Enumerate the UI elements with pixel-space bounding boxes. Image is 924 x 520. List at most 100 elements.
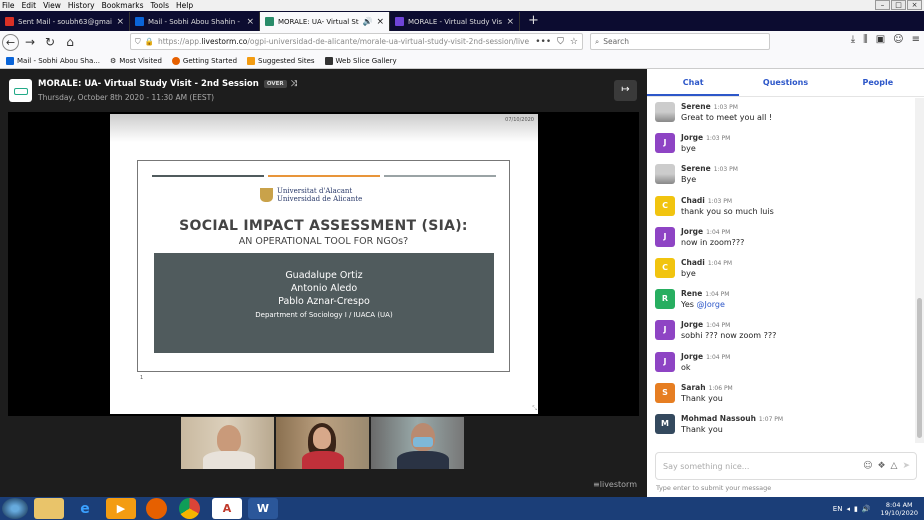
clock[interactable]: 8:04 AM 19/10/2020 xyxy=(881,501,918,517)
file-explorer-icon[interactable] xyxy=(34,498,64,519)
sender-name: Serene xyxy=(681,164,711,174)
close-tab-icon[interactable]: × xyxy=(246,17,254,27)
menu-edit[interactable]: Edit xyxy=(22,1,37,10)
volume-icon[interactable]: 🔊 xyxy=(862,505,871,513)
gmail-icon xyxy=(5,17,14,26)
chat-message: R Rene 1:04 PM Yes @Jorge xyxy=(647,285,915,316)
outlook-icon xyxy=(135,17,144,26)
tab-sent-mail[interactable]: Sent Mail - soubh63@gmail.cc × xyxy=(0,12,130,31)
bookmark-label: Getting Started xyxy=(182,56,238,65)
panel-tabs: Chat Questions People xyxy=(647,69,924,97)
bookmark-web-slice[interactable]: Web Slice Gallery xyxy=(324,56,397,65)
author-name: Guadalupe Ortiz xyxy=(285,270,363,281)
resize-handle-icon[interactable]: ⤡ xyxy=(532,405,537,413)
close-window-button[interactable]: × xyxy=(907,0,922,10)
webcam-tile[interactable] xyxy=(276,417,369,469)
tray-expand-icon[interactable]: ◂ xyxy=(846,505,850,513)
reload-button[interactable]: ↻ xyxy=(41,33,59,51)
avatar: J xyxy=(655,133,675,154)
chat-message: J Jorge 1:04 PM ok xyxy=(647,348,915,379)
minimize-button[interactable]: – xyxy=(875,0,890,10)
internet-explorer-icon[interactable]: e xyxy=(70,498,100,519)
tab-chat[interactable]: Chat xyxy=(647,69,740,96)
search-input[interactable]: ⌕ Search xyxy=(590,33,770,50)
bookmark-star-icon[interactable]: ☆ xyxy=(570,37,578,47)
chat-input[interactable]: Say something nice... ☺ ❖ △ ➤ xyxy=(655,452,917,480)
home-button[interactable]: ⌂ xyxy=(61,33,79,51)
livestorm-icon xyxy=(265,17,274,26)
slide-date: 07/10/2020 xyxy=(505,117,534,123)
chrome-icon[interactable] xyxy=(179,498,200,519)
webcam-tile[interactable] xyxy=(371,417,464,469)
tab-title: Mail - Sobhi Abou Shahin - Ou xyxy=(148,17,243,26)
message-time: 1:04 PM xyxy=(706,322,731,330)
acrobat-icon[interactable]: A xyxy=(212,498,242,519)
tab-bar: Sent Mail - soubh63@gmail.cc × Mail - So… xyxy=(0,11,924,31)
tab-people[interactable]: People xyxy=(832,69,924,96)
bookmark-label: Mail - Sobhi Abou Sha... xyxy=(17,56,100,65)
bookmark-suggested-sites[interactable]: Suggested Sites xyxy=(247,56,315,65)
firefox-icon[interactable] xyxy=(146,498,167,519)
network-icon[interactable]: ▮ xyxy=(854,505,858,513)
scrollbar-thumb[interactable] xyxy=(917,298,922,438)
menu-help[interactable]: Help xyxy=(176,1,193,10)
message-text: Great to meet you all ! xyxy=(681,113,773,122)
speaker-icon[interactable]: 🔊 xyxy=(362,17,372,26)
shuffle-icon: ⤨ xyxy=(290,79,298,88)
avatar: J xyxy=(655,226,675,247)
bookmark-outlook[interactable]: Mail - Sobhi Abou Sha... xyxy=(6,56,100,65)
tab-outlook-mail[interactable]: Mail - Sobhi Abou Shahin - Ou × xyxy=(130,12,260,31)
media-player-icon[interactable]: ▶ xyxy=(106,498,136,519)
livestorm-brand: ≡livestorm xyxy=(593,480,637,489)
slide-header-shade xyxy=(110,114,538,142)
send-icon[interactable]: ➤ xyxy=(902,461,910,471)
bookmark-most-visited[interactable]: ⚙ Most Visited xyxy=(110,57,162,65)
google-drive-icon[interactable]: △ xyxy=(891,461,898,471)
menu-tools[interactable]: Tools xyxy=(151,1,169,10)
maximize-button[interactable]: □ xyxy=(891,0,906,10)
webcam-tile[interactable] xyxy=(181,417,274,469)
chat-scrollbar[interactable] xyxy=(915,98,924,443)
taskbar: e ▶ A W EN ◂ ▮ 🔊 8:04 AM 19/10/2020 xyxy=(0,497,924,520)
forward-button[interactable]: → xyxy=(21,33,39,51)
library-icon[interactable]: ⫼ xyxy=(863,34,868,45)
user-mention[interactable]: @Jorge xyxy=(696,300,724,309)
pocket-icon[interactable]: ⛉ xyxy=(557,37,564,47)
slide-subtitle: AN OPERATIONAL TOOL FOR NGOs? xyxy=(238,236,409,247)
chat-messages[interactable]: Serene 1:03 PM Great to meet you all ! J Jo… xyxy=(647,98,915,443)
close-tab-icon[interactable]: × xyxy=(506,17,514,27)
sidebar-icon[interactable]: ▣ xyxy=(876,34,885,45)
tab-livestorm[interactable]: MORALE: UA- Virtual Study 🔊 × xyxy=(260,12,390,31)
university-logo: Universitat d'Alacant Universidad de Ali… xyxy=(260,187,362,203)
url-bar[interactable]: ⛉ 🔒 https://app. livestorm.co/ogpi-univer… xyxy=(130,33,583,50)
menu-view[interactable]: View xyxy=(43,1,61,10)
menu-file[interactable]: File xyxy=(2,1,15,10)
message-time: 1:04 PM xyxy=(705,291,730,299)
slide-frame: Universitat d'Alacant Universidad de Ali… xyxy=(137,160,510,372)
back-button[interactable]: ← xyxy=(2,33,19,51)
gear-icon: ⚙ xyxy=(110,56,117,65)
message-time: 1:03 PM xyxy=(707,197,733,205)
close-tab-icon[interactable]: × xyxy=(116,17,124,27)
language-indicator[interactable]: EN xyxy=(833,505,843,513)
account-icon[interactable]: ☺ xyxy=(893,34,903,45)
word-icon[interactable]: W xyxy=(248,498,278,519)
side-panel: Chat Questions People Serene 1:03 PM Great… xyxy=(647,69,924,497)
bookmark-getting-started[interactable]: Getting Started xyxy=(171,56,238,65)
emoji-icon[interactable]: ☺ xyxy=(863,461,872,471)
tab-morale-live[interactable]: MORALE - Virtual Study Visit - Li × xyxy=(390,12,520,31)
tab-title: MORALE - Virtual Study Visit - Li xyxy=(408,17,502,26)
menu-bookmarks[interactable]: Bookmarks xyxy=(102,1,144,10)
dropbox-icon[interactable]: ❖ xyxy=(877,461,885,471)
download-icon[interactable]: ⤓ xyxy=(851,34,855,45)
page-actions-icon[interactable]: ••• xyxy=(535,37,551,47)
close-tab-icon[interactable]: × xyxy=(376,17,384,27)
message-time: 1:04 PM xyxy=(706,353,731,361)
shield-icon: ⛉ xyxy=(135,36,141,46)
new-tab-button[interactable]: + xyxy=(520,12,547,31)
start-button[interactable] xyxy=(2,498,28,519)
tab-questions[interactable]: Questions xyxy=(739,69,831,96)
hamburger-menu-icon[interactable]: ≡ xyxy=(912,34,920,45)
exit-event-button[interactable]: ↦ xyxy=(614,80,637,101)
menu-history[interactable]: History xyxy=(68,1,95,10)
